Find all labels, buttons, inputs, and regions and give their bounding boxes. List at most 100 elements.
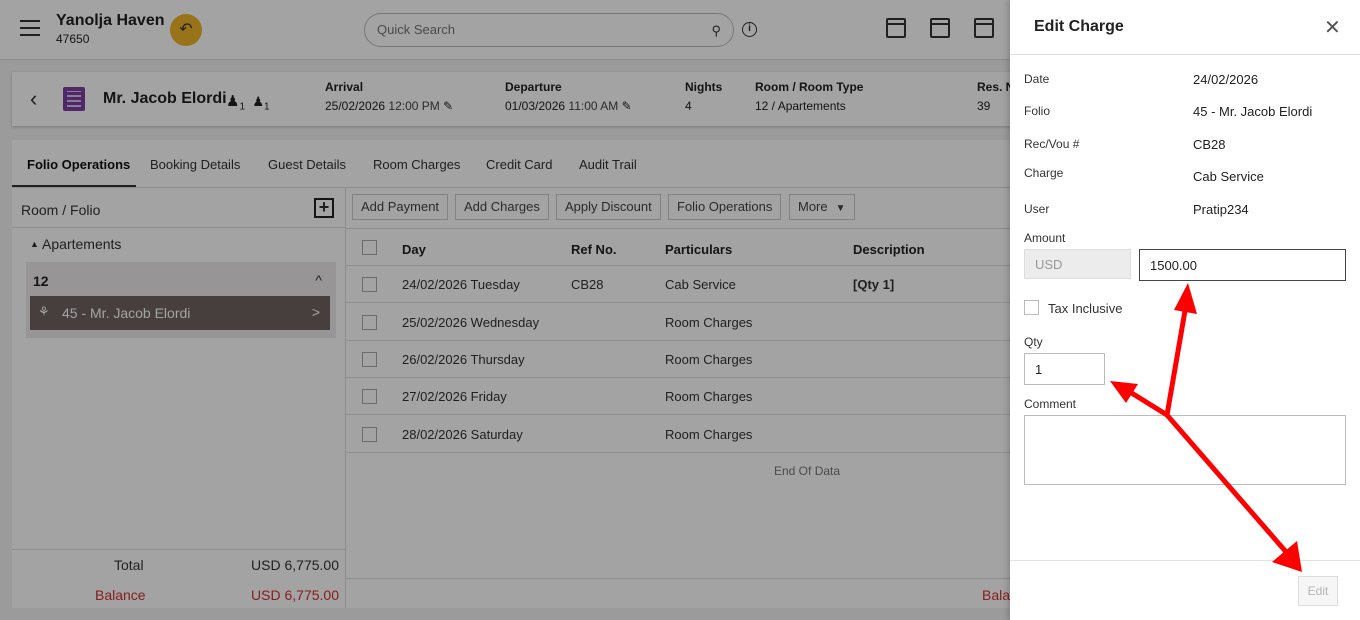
col-particulars: Particulars — [665, 242, 733, 257]
charge-label: Charge — [1024, 166, 1064, 180]
arrival-date: 25/02/2026 — [325, 99, 386, 113]
add-folio-icon[interactable]: + — [314, 198, 334, 218]
row-checkbox[interactable] — [362, 277, 377, 292]
adult-count: 1 — [239, 101, 246, 113]
divider — [1010, 54, 1360, 55]
close-icon[interactable]: ✕ — [1324, 18, 1341, 38]
arrival-label: Arrival — [325, 80, 364, 94]
cell-particulars: Room Charges — [665, 427, 753, 442]
info-icon[interactable]: i — [742, 22, 757, 37]
child-icon: ♟ — [252, 94, 265, 109]
divider — [1010, 560, 1360, 561]
cell-day: 27/02/2026 Friday — [402, 389, 507, 404]
more-dropdown[interactable]: More ▼ — [789, 194, 855, 220]
room-folio-header: Room / Folio — [21, 202, 101, 218]
row-checkbox[interactable] — [362, 352, 377, 367]
charge-value: Cab Service — [1193, 169, 1264, 184]
search-icon[interactable]: ⚲ — [711, 23, 721, 39]
back-arrow-icon[interactable]: ‹ — [30, 86, 37, 112]
qty-field[interactable] — [1024, 353, 1105, 385]
rec-vou-value: CB28 — [1193, 137, 1226, 152]
amount-field[interactable] — [1139, 249, 1346, 281]
total-value: USD 6,775.00 — [251, 557, 339, 573]
select-all-checkbox[interactable] — [362, 240, 377, 255]
balance-label: Balance — [95, 587, 146, 603]
divider — [12, 227, 346, 228]
cell-particulars: Cab Service — [665, 277, 736, 292]
room-folio-list: Room / Folio + ▲ Apartements 12 ^ ⚘ 45 -… — [12, 188, 346, 608]
drawer-title: Edit Charge — [1034, 18, 1124, 35]
rec-vou-label: Rec/Vou # — [1024, 137, 1080, 151]
calendar-icon[interactable] — [974, 18, 994, 38]
user-label: User — [1024, 202, 1050, 216]
nights-label: Nights — [685, 80, 723, 94]
undo-icon[interactable]: ↶ — [170, 14, 202, 46]
edit-pencil-icon[interactable]: ✎ — [622, 99, 632, 113]
more-label: More — [798, 199, 828, 214]
cell-day: 25/02/2026 Wednesday — [402, 315, 540, 330]
tax-inclusive-label: Tax Inclusive — [1048, 301, 1123, 316]
end-of-data: End Of Data — [774, 464, 841, 478]
col-day: Day — [402, 242, 426, 257]
chevron-up-icon[interactable]: ^ — [315, 272, 322, 288]
cell-day: 28/02/2026 Saturday — [402, 427, 523, 442]
add-charges-button[interactable]: Add Charges — [455, 194, 549, 220]
quick-search[interactable]: ⚲ — [364, 13, 734, 47]
tab-folio-operations[interactable]: Folio Operations — [27, 157, 130, 172]
room-number: 12 — [33, 273, 49, 289]
hotel-name: Yanolja Haven — [56, 12, 165, 29]
room-group[interactable]: ▲ Apartements — [30, 236, 121, 252]
chevron-right-icon: > — [311, 304, 320, 320]
menu-icon[interactable] — [20, 20, 40, 36]
user-value: Pratip234 — [1193, 202, 1249, 217]
tab-audit-trail[interactable]: Audit Trail — [579, 157, 637, 172]
row-checkbox[interactable] — [362, 315, 377, 330]
caret-down-icon: ▼ — [835, 203, 846, 214]
qty-label: Qty — [1024, 335, 1043, 349]
departure-date: 01/03/2026 — [505, 99, 566, 113]
tab-booking-details[interactable]: Booking Details — [150, 157, 240, 172]
add-payment-button[interactable]: Add Payment — [352, 194, 449, 220]
tax-inclusive-checkbox[interactable] — [1024, 300, 1039, 315]
footer-balance-label: Bala — [982, 587, 1011, 603]
cell-particulars: Room Charges — [665, 352, 753, 367]
search-input[interactable] — [377, 22, 697, 37]
cell-particulars: Room Charges — [665, 389, 753, 404]
reservation-label: Res. N — [977, 80, 1015, 94]
folio-value: 45 - Mr. Jacob Elordi — [1193, 104, 1313, 119]
folio-operations-button[interactable]: Folio Operations — [668, 194, 782, 220]
reservation-value: 39 — [977, 99, 991, 113]
nights-value: 4 — [685, 99, 692, 113]
folio-label: 45 - Mr. Jacob Elordi — [62, 305, 191, 321]
cell-description: [Qty 1] — [853, 277, 895, 292]
adult-icon: ♟ — [226, 93, 240, 110]
folio-label: Folio — [1024, 104, 1051, 118]
tab-guest-details[interactable]: Guest Details — [268, 157, 346, 172]
folio-item-selected[interactable]: ⚘ 45 - Mr. Jacob Elordi > — [30, 296, 330, 330]
tab-credit-card[interactable]: Credit Card — [486, 157, 552, 172]
comment-field[interactable] — [1024, 415, 1346, 485]
calendar-check-icon[interactable] — [930, 18, 950, 38]
room-type-value: 12 / Apartements — [755, 99, 846, 113]
cell-day: 26/02/2026 Thursday — [402, 352, 525, 367]
balance-value: USD 6,775.00 — [251, 587, 339, 603]
departure-label: Departure — [505, 80, 562, 94]
edit-pencil-icon[interactable]: ✎ — [443, 99, 453, 113]
apply-discount-button[interactable]: Apply Discount — [556, 194, 661, 220]
caret-up-icon: ▲ — [30, 239, 39, 249]
divider — [12, 549, 346, 550]
cell-day: 24/02/2026 Tuesday — [402, 277, 520, 292]
calendar-add-icon[interactable] — [886, 18, 906, 38]
room-type-label: Room / Room Type — [755, 80, 864, 94]
room-card: 12 ^ ⚘ 45 - Mr. Jacob Elordi > — [26, 262, 336, 338]
edit-button[interactable]: Edit — [1298, 576, 1338, 606]
row-checkbox[interactable] — [362, 427, 377, 442]
date-label: Date — [1024, 72, 1050, 86]
tab-room-charges[interactable]: Room Charges — [373, 157, 460, 172]
pax-count: ♟1 ♟1 — [226, 92, 270, 112]
row-checkbox[interactable] — [362, 389, 377, 404]
departure-time: 11:00 AM — [568, 99, 619, 113]
building-icon — [63, 87, 85, 111]
arrival-time: 12:00 PM — [388, 99, 440, 113]
edit-charge-drawer: Edit Charge ✕ Date 24/02/2026 Folio 45 -… — [1010, 0, 1360, 620]
